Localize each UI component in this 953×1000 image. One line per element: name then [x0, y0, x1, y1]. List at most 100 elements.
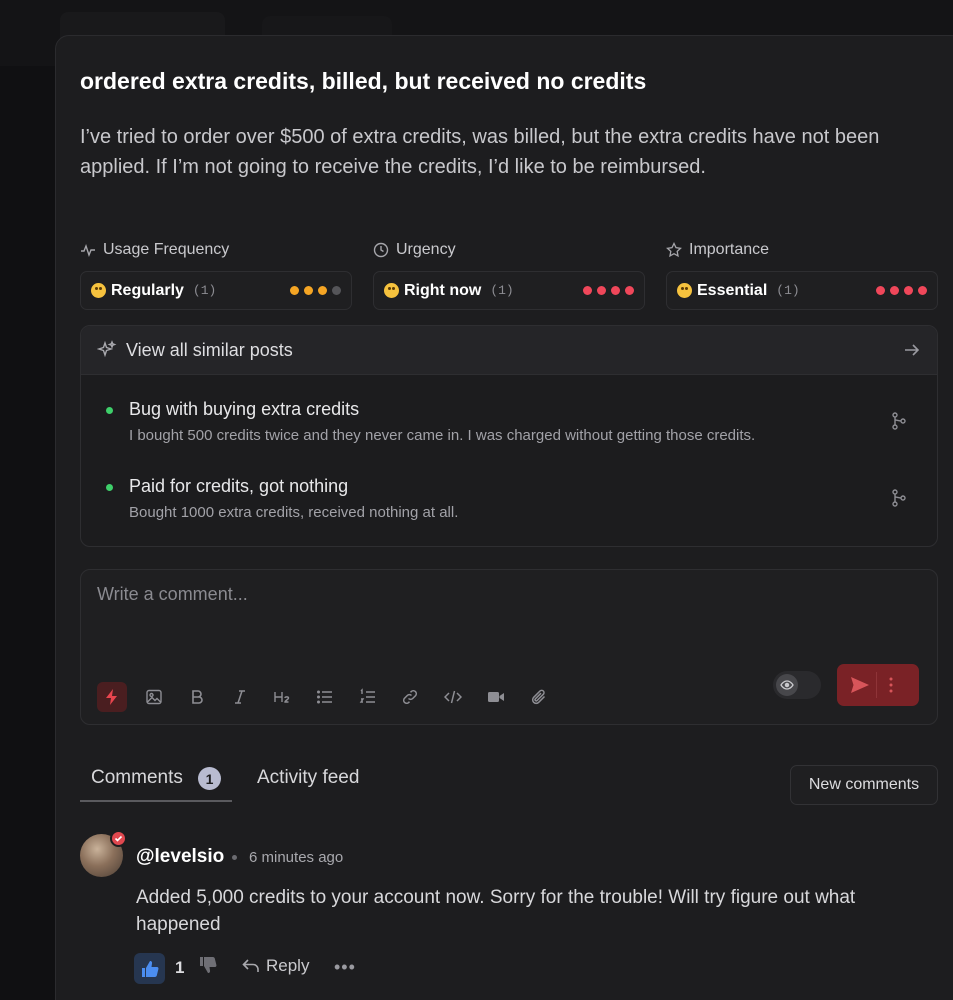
bullet-list-button[interactable] — [311, 683, 339, 711]
metric-count: (1) — [776, 283, 800, 298]
level-dot — [904, 286, 913, 295]
metric-count: (1) — [490, 283, 514, 298]
view-similar-posts-button[interactable]: View all similar posts — [81, 326, 937, 375]
video-button[interactable] — [482, 683, 510, 711]
metric-usage-frequency: Usage Frequency Regularly (1) — [80, 239, 352, 310]
level-dot — [597, 286, 606, 295]
similar-post-item[interactable]: Bug with buying extra credits I bought 5… — [81, 393, 937, 453]
paperclip-icon — [531, 689, 546, 705]
metric-label-text: Urgency — [396, 241, 456, 258]
italic-button[interactable] — [226, 683, 254, 711]
comment-composer — [80, 569, 938, 725]
verified-badge-icon — [110, 830, 127, 847]
sparkles-icon — [97, 340, 117, 358]
starstruck-emoji-icon — [677, 283, 692, 298]
level-dot — [918, 286, 927, 295]
thumbs-down-icon[interactable] — [199, 956, 217, 974]
similar-post-title[interactable]: Bug with buying extra credits — [129, 399, 359, 420]
merge-icon[interactable] — [891, 412, 907, 430]
similar-post-subtitle: I bought 500 credits twice and they neve… — [129, 427, 756, 444]
level-dot — [890, 286, 899, 295]
level-dots — [876, 286, 927, 295]
level-dot — [318, 286, 327, 295]
level-dot — [332, 286, 341, 295]
bold-icon — [192, 690, 203, 704]
lightning-icon — [106, 689, 117, 705]
more-options-button[interactable]: ••• — [334, 957, 356, 978]
tab-comments[interactable]: Comments 1 — [80, 764, 232, 802]
arrow-right-icon — [905, 344, 920, 356]
link-icon — [402, 689, 418, 705]
status-dot — [106, 484, 113, 491]
similar-post-subtitle: Bought 1000 extra credits, received noth… — [129, 504, 459, 521]
metric-label-text: Importance — [689, 241, 770, 258]
private-visibility-toggle[interactable] — [773, 671, 821, 699]
level-dot — [876, 286, 885, 295]
post-description: I’ve tried to order over $500 of extra c… — [80, 126, 880, 178]
toggle-knob — [776, 674, 798, 696]
numbered-list-icon — [359, 688, 375, 703]
similar-posts-label: View all similar posts — [126, 339, 293, 360]
comment-timestamp: 6 minutes ago — [249, 849, 344, 866]
similar-post-item[interactable]: Paid for credits, got nothing Bought 100… — [81, 470, 937, 530]
metric-value: Essential — [697, 281, 768, 299]
level-dot — [611, 286, 620, 295]
numbered-list-button[interactable] — [354, 683, 382, 711]
link-button[interactable] — [396, 683, 424, 711]
metric-urgency-label: Urgency — [373, 239, 645, 261]
comment-body: Added 5,000 credits to your account now.… — [136, 887, 856, 935]
image-button[interactable] — [140, 683, 168, 711]
more-vertical-icon[interactable] — [889, 677, 893, 693]
clock-icon — [373, 242, 389, 258]
smiley-emoji-icon — [91, 283, 106, 298]
level-dots — [290, 286, 341, 295]
send-comment-button[interactable] — [837, 664, 919, 706]
comment-input[interactable] — [97, 584, 697, 605]
heading-button[interactable] — [268, 683, 296, 711]
heading-2-icon — [274, 692, 290, 703]
tab-comments-label: Comments — [91, 767, 183, 788]
ai-bolt-button[interactable] — [97, 682, 127, 712]
attachment-button[interactable] — [525, 683, 553, 711]
metric-urgency: Urgency Right now (1) — [373, 239, 645, 310]
metric-importance: Importance Essential (1) — [666, 239, 938, 310]
level-dot — [583, 286, 592, 295]
background-sidebar — [0, 66, 56, 1000]
metric-value: Right now — [404, 281, 482, 299]
video-camera-icon — [488, 692, 504, 702]
tab-activity-feed[interactable]: Activity feed — [257, 767, 359, 789]
post-title: ordered extra credits, billed, but recei… — [80, 68, 647, 94]
metric-label-text: Usage Frequency — [103, 241, 230, 258]
metric-urgency-select[interactable]: Right now (1) — [373, 271, 645, 310]
metric-usage-frequency-select[interactable]: Regularly (1) — [80, 271, 352, 310]
level-dot — [290, 286, 299, 295]
bold-button[interactable] — [183, 683, 211, 711]
meta-separator — [232, 855, 237, 860]
status-dot — [106, 407, 113, 414]
eye-icon — [780, 680, 794, 690]
metric-importance-select[interactable]: Essential (1) — [666, 271, 938, 310]
reply-button[interactable]: Reply — [242, 956, 309, 976]
post-panel: ordered extra credits, billed, but recei… — [55, 35, 953, 1000]
send-icon — [851, 677, 869, 693]
comment-author[interactable]: @levelsio — [136, 846, 224, 868]
comments-count-badge: 1 — [198, 767, 221, 790]
like-button[interactable] — [134, 953, 165, 984]
reply-icon — [242, 959, 259, 972]
merge-icon[interactable] — [891, 489, 907, 507]
code-icon — [444, 690, 462, 704]
new-comments-button[interactable]: New comments — [790, 765, 938, 805]
star-icon — [666, 242, 682, 258]
bullet-list-icon — [317, 690, 332, 704]
send-divider — [876, 672, 877, 698]
image-icon — [146, 689, 162, 705]
similar-post-title[interactable]: Paid for credits, got nothing — [129, 476, 348, 497]
metric-count: (1) — [192, 283, 217, 298]
level-dot — [625, 286, 634, 295]
level-dots — [583, 286, 634, 295]
starstruck-emoji-icon — [384, 283, 399, 298]
activity-icon — [81, 243, 95, 258]
thumbs-up-icon — [141, 960, 158, 977]
code-button[interactable] — [439, 683, 467, 711]
metric-importance-label: Importance — [666, 239, 938, 261]
